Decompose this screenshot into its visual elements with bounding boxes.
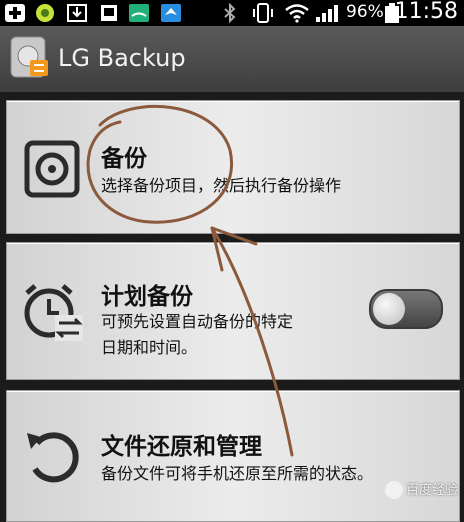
lg-backup-logo-icon <box>10 36 48 78</box>
scheduled-backup-title: 计划备份 <box>101 284 193 310</box>
app-title: LG Backup <box>58 44 186 72</box>
restore-manage-item[interactable]: 文件还原和管理 备份文件可将手机还原至所需的状态。 <box>6 390 460 522</box>
watermark: 百度经验 <box>384 479 458 499</box>
backup-description: 选择备份项目，然后执行备份操作 <box>101 176 342 195</box>
download-icon <box>67 4 87 22</box>
toggle-knob <box>373 293 405 325</box>
battery-percent: 96% <box>346 2 384 22</box>
restore-manage-title: 文件还原和管理 <box>101 434 262 460</box>
backup-title: 备份 <box>101 146 147 172</box>
scheduled-backup-item[interactable]: 计划备份 可预先设置自动备份的特定 日期和时间。 <box>6 242 460 380</box>
vibrate-icon <box>253 3 273 23</box>
restore-icon <box>27 432 79 483</box>
app-bar: LG Backup <box>0 26 464 92</box>
status-bar: 96% 11:58 <box>0 0 464 26</box>
book-icon <box>129 4 149 22</box>
backup-item[interactable]: 备份 选择备份项目，然后执行备份操作 <box>6 100 460 234</box>
add-notification-icon <box>5 4 25 22</box>
app-notification-icon <box>36 4 54 22</box>
clock: 11:58 <box>394 0 458 24</box>
alarm-clock-sync-icon <box>24 284 83 341</box>
bluetooth-icon <box>224 3 236 23</box>
watermark-logo-icon <box>384 481 403 499</box>
scheduled-backup-description-line2: 日期和时间。 <box>101 338 198 357</box>
screenshot-icon <box>101 5 117 21</box>
restore-manage-description: 备份文件可将手机还原至所需的状态。 <box>101 464 374 483</box>
signal-icon <box>316 5 338 22</box>
scheduled-backup-toggle[interactable] <box>369 289 443 329</box>
wifi-icon <box>285 4 309 23</box>
scheduled-backup-description-line1: 可预先设置自动备份的特定 <box>101 312 294 331</box>
hard-disk-icon <box>24 140 80 198</box>
bird-app-icon <box>161 4 181 22</box>
